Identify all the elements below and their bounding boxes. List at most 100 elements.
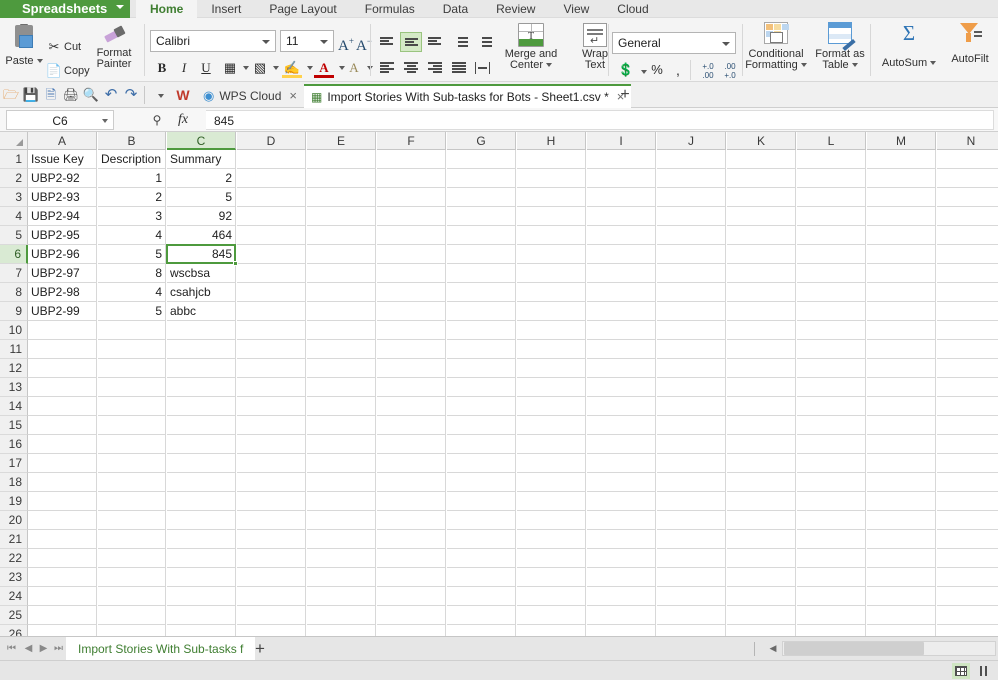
cell-E17[interactable] [307,454,376,473]
cell-G24[interactable] [447,587,516,606]
cell-G2[interactable] [447,169,516,188]
cell-I10[interactable] [587,321,656,340]
cell-D7[interactable] [237,264,306,283]
cell-A11[interactable] [28,340,97,359]
column-header-H[interactable]: H [517,132,586,150]
cell-H14[interactable] [517,397,586,416]
cell-C16[interactable] [167,435,236,454]
cell-C7[interactable]: wscbsa [167,264,236,283]
cell-E23[interactable] [307,568,376,587]
cell-B25[interactable] [98,606,166,625]
ribbon-tab-cloud[interactable]: Cloud [603,0,662,18]
caret-down-icon[interactable] [243,66,249,70]
cell-B7[interactable]: 8 [98,264,166,283]
cell-M8[interactable] [867,283,936,302]
cell-K3[interactable] [727,188,796,207]
cell-J7[interactable] [657,264,726,283]
row-header-18[interactable]: 18 [0,473,28,492]
cell-B20[interactable] [98,511,166,530]
decrease-decimal-button[interactable]: .00+.0 [718,60,742,82]
ribbon-tab-view[interactable]: View [549,0,603,18]
align-right-button[interactable] [424,58,446,78]
cell-L10[interactable] [797,321,866,340]
cell-D1[interactable] [237,150,306,169]
cell-G9[interactable] [447,302,516,321]
cell-A21[interactable] [28,530,97,549]
row-header-14[interactable]: 14 [0,397,28,416]
cell-A16[interactable] [28,435,97,454]
font-name-select[interactable]: Calibri [150,30,276,52]
cell-L9[interactable] [797,302,866,321]
cell-I19[interactable] [587,492,656,511]
cell-E21[interactable] [307,530,376,549]
cell-G20[interactable] [447,511,516,530]
cell-G18[interactable] [447,473,516,492]
column-header-L[interactable]: L [797,132,866,150]
cell-M10[interactable] [867,321,936,340]
cell-H24[interactable] [517,587,586,606]
cell-A24[interactable] [28,587,97,606]
cell-N8[interactable] [937,283,998,302]
cell-H9[interactable] [517,302,586,321]
column-header-M[interactable]: M [867,132,936,150]
clear-formatting-icon[interactable]: A [344,58,364,78]
cell-B1[interactable]: Description [98,150,166,169]
cell-D6[interactable] [237,245,306,264]
cell-H13[interactable] [517,378,586,397]
cell-E3[interactable] [307,188,376,207]
cell-B9[interactable]: 5 [98,302,166,321]
cell-B6[interactable]: 5 [98,245,166,264]
undo-icon[interactable]: ↶ [102,86,120,104]
cell-L20[interactable] [797,511,866,530]
decrease-indent-button[interactable] [450,32,472,52]
cell-G3[interactable] [447,188,516,207]
comma-format-button[interactable]: , [670,62,686,78]
doc-tab-active-csv[interactable]: ▦ Import Stories With Sub-tasks for Bots… [304,84,631,108]
cell-N4[interactable] [937,207,998,226]
cell-K1[interactable] [727,150,796,169]
cell-C21[interactable] [167,530,236,549]
row-header-15[interactable]: 15 [0,416,28,435]
conditional-formatting-button[interactable]: Conditional Formatting [744,22,808,71]
row-header-22[interactable]: 22 [0,549,28,568]
cell-E6[interactable] [307,245,376,264]
row-header-23[interactable]: 23 [0,568,28,587]
ribbon-tab-formulas[interactable]: Formulas [351,0,429,18]
cell-M23[interactable] [867,568,936,587]
sheet-tab[interactable]: Import Stories With Sub-tasks f [66,637,255,661]
row-header-25[interactable]: 25 [0,606,28,625]
cell-C25[interactable] [167,606,236,625]
cell-G13[interactable] [447,378,516,397]
cell-F9[interactable] [377,302,446,321]
ribbon-tab-data[interactable]: Data [429,0,482,18]
insert-function-search-icon[interactable]: ⚲ [148,112,166,128]
cell-C26[interactable] [167,625,236,636]
row-header-1[interactable]: 1 [0,150,28,169]
cell-F4[interactable] [377,207,446,226]
cell-H3[interactable] [517,188,586,207]
cell-H15[interactable] [517,416,586,435]
cell-L22[interactable] [797,549,866,568]
cell-H22[interactable] [517,549,586,568]
cell-H17[interactable] [517,454,586,473]
cell-M2[interactable] [867,169,936,188]
cell-C15[interactable] [167,416,236,435]
new-tab-icon[interactable]: + [616,86,634,104]
cell-N13[interactable] [937,378,998,397]
cell-B11[interactable] [98,340,166,359]
cell-B4[interactable]: 3 [98,207,166,226]
cell-H8[interactable] [517,283,586,302]
cell-A23[interactable] [28,568,97,587]
horizontal-scrollbar-thumb[interactable] [784,642,924,655]
cell-D21[interactable] [237,530,306,549]
cell-E19[interactable] [307,492,376,511]
cell-N16[interactable] [937,435,998,454]
cell-G11[interactable] [447,340,516,359]
cell-M21[interactable] [867,530,936,549]
cell-L5[interactable] [797,226,866,245]
cell-B24[interactable] [98,587,166,606]
cell-G6[interactable] [447,245,516,264]
cell-A2[interactable]: UBP2-92 [28,169,97,188]
cell-A22[interactable] [28,549,97,568]
row-header-9[interactable]: 9 [0,302,28,321]
